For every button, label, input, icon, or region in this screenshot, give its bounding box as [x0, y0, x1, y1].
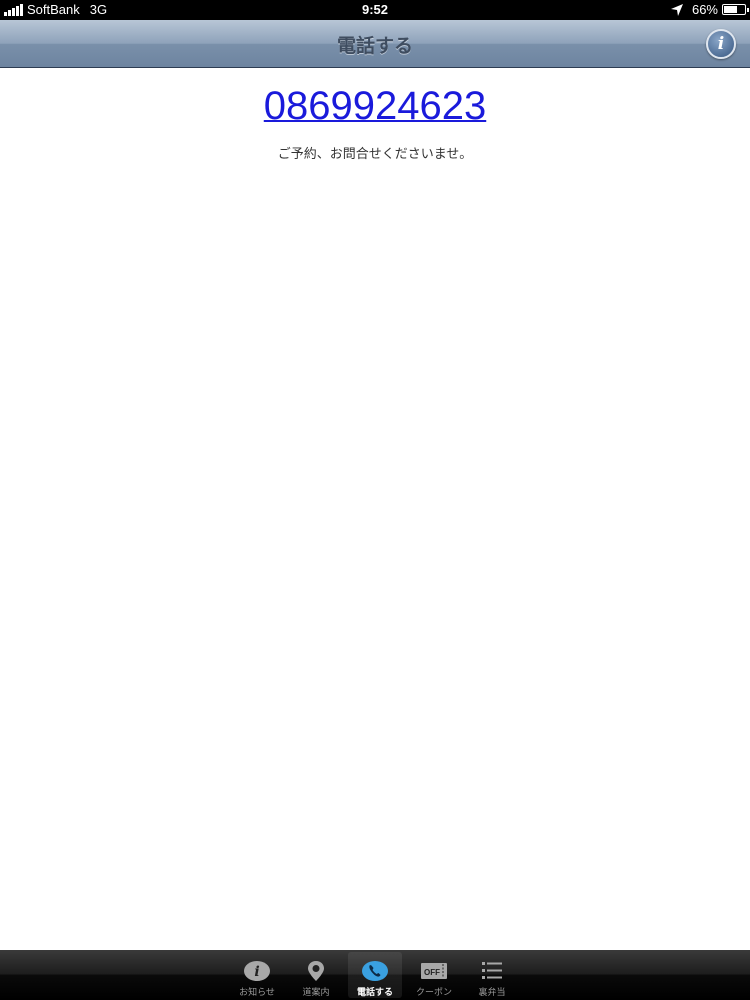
- status-time: 9:52: [361, 2, 389, 17]
- app-screen: SoftBank 3G 9:52 66% 電話する i 0869924623 ご…: [0, 0, 750, 1000]
- status-right: 66%: [670, 2, 749, 17]
- page-title: 電話する: [336, 35, 413, 57]
- info-icon: i: [244, 961, 270, 981]
- status-bar: SoftBank 3G 9:52 66%: [0, 0, 750, 20]
- info-button[interactable]: i: [706, 29, 736, 59]
- location-arrow-icon: [670, 3, 683, 16]
- map-pin-icon: [308, 961, 324, 981]
- list-icon: [482, 962, 502, 979]
- info-icon: i: [717, 34, 725, 54]
- phone-number-link[interactable]: 0869924623: [264, 84, 486, 128]
- tab-label: 裏弁当: [478, 988, 506, 998]
- phone-number-container: 0869924623: [0, 84, 750, 129]
- contact-message: ご予約、お問合せくださいませ。: [277, 147, 473, 162]
- coupon-icon: OFF: [421, 963, 447, 979]
- phone-icon: [362, 961, 388, 981]
- svg-text:OFF: OFF: [424, 968, 440, 977]
- svg-text:i: i: [254, 964, 259, 980]
- battery-percent: 66%: [691, 2, 718, 17]
- battery-icon: [722, 4, 749, 15]
- tab-bar: i お知らせ 道案内 電話する OFF クーポン 裏弁当: [0, 950, 750, 1000]
- main-content: 0869924623 ご予約、お問合せくださいませ。: [0, 69, 750, 949]
- tab-lunch-menu[interactable]: 裏弁当: [463, 950, 521, 1000]
- navigation-bar: 電話する i: [0, 20, 750, 68]
